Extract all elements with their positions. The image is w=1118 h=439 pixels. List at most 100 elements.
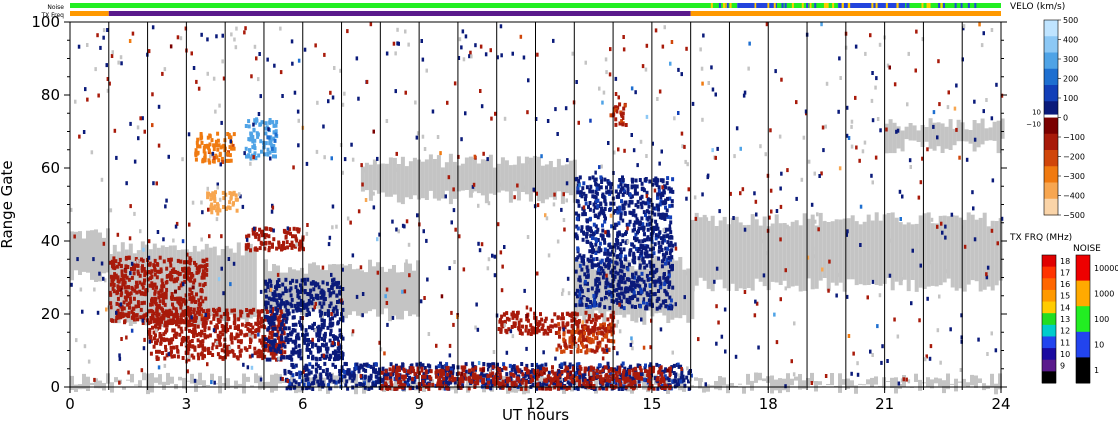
velocity-cell: [277, 284, 281, 288]
velocity-cell: [251, 231, 255, 236]
velocity-cell: [210, 138, 214, 143]
velocity-cell: [606, 361, 610, 366]
velocity-cell: [607, 181, 611, 186]
velocity-cell: [622, 306, 626, 311]
velocity-cell: [259, 139, 263, 144]
velocity-cell: [615, 375, 619, 379]
velocity-cell: [290, 297, 294, 302]
ground-scatter-cell: [964, 129, 969, 142]
sparse-echo: [513, 195, 516, 200]
sparse-echo: [626, 226, 629, 231]
ground-scatter-cell: [488, 154, 493, 194]
velocity-cell: [216, 138, 220, 143]
sparse-echo: [385, 51, 389, 56]
velocity-cell: [633, 188, 637, 193]
velocity-cell: [232, 320, 236, 325]
velocity-cell: [310, 326, 314, 331]
ground-scatter-cell: [134, 384, 138, 386]
velocity-cell: [274, 132, 278, 137]
sparse-echo: [720, 334, 724, 339]
velocity-cell: [306, 354, 310, 359]
sparse-echo: [529, 307, 532, 312]
velocity-cell: [479, 367, 483, 372]
sparse-echo: [477, 241, 480, 246]
sparse-echo: [559, 345, 562, 350]
velocity-cell: [624, 230, 628, 235]
velocity-cell: [323, 311, 327, 316]
velocity-cell: [634, 366, 638, 371]
velocity-cell: [155, 285, 158, 290]
sparse-echo: [450, 220, 453, 225]
velocity-cell: [265, 310, 269, 314]
velocity-cell: [609, 201, 613, 206]
sparse-echo: [907, 379, 911, 384]
sparse-echo: [724, 349, 727, 354]
sparse-echo: [208, 234, 211, 239]
velocity-cell: [481, 379, 485, 384]
velocity-cell: [573, 311, 577, 316]
velocity-cell: [343, 361, 347, 366]
velocity-cell: [599, 175, 603, 180]
ground-scatter-cell: [936, 122, 941, 147]
ground-scatter-cell: [996, 120, 1001, 154]
velocity-cell: [644, 254, 648, 259]
velocity-cell: [331, 278, 334, 283]
velocity-cell: [247, 124, 251, 129]
velocity-cell: [155, 307, 159, 312]
velocity-cell: [175, 345, 179, 350]
velocity-cell: [662, 376, 665, 381]
velocity-cell: [115, 301, 119, 306]
velocity-cell: [622, 247, 626, 252]
velocity-cell: [628, 192, 632, 197]
velocity-cell: [605, 185, 608, 190]
velocity-cell: [134, 263, 138, 268]
velocity-cell: [264, 337, 268, 342]
velocity-cell: [591, 371, 595, 376]
velocity-cell: [642, 279, 646, 284]
velocity-cell: [648, 284, 652, 288]
ground-scatter-cell: [90, 230, 94, 280]
ground-scatter-cell: [202, 380, 206, 387]
velocity-cell: [309, 293, 313, 298]
sparse-echo: [889, 238, 893, 243]
velocity-cell: [577, 338, 581, 343]
sparse-echo: [385, 171, 388, 176]
velocity-cell: [142, 300, 146, 305]
velocity-cell: [264, 121, 268, 126]
velocity-cell: [646, 373, 650, 378]
velocity-cell: [642, 210, 646, 215]
ground-scatter-cell: [380, 163, 385, 193]
ground-scatter-cell: [774, 214, 779, 283]
velocity-cell: [549, 380, 553, 385]
sparse-echo: [850, 124, 853, 129]
velocity-cell: [152, 263, 156, 268]
ground-scatter-cell: [388, 157, 393, 197]
velocity-cell: [648, 179, 652, 184]
sparse-echo: [821, 267, 824, 272]
velocity-cell: [177, 320, 181, 324]
velocity-cell: [281, 282, 285, 287]
velocity-cell: [668, 251, 672, 256]
velocity-cell: [518, 331, 522, 335]
sparse-echo: [759, 144, 762, 149]
velocity-cell: [575, 216, 579, 221]
sparse-echo: [938, 102, 941, 107]
velocity-cell: [576, 226, 580, 231]
velocity-cell: [191, 285, 195, 290]
sparse-echo: [871, 118, 875, 123]
ground-scatter-cell: [802, 380, 806, 389]
velocity-cell: [669, 366, 672, 371]
velocity-cell: [581, 237, 585, 242]
velocity-cell: [211, 192, 215, 197]
velocity-cell: [609, 185, 613, 190]
velocity-cell: [162, 337, 166, 342]
velocity-cell: [604, 344, 608, 349]
velocity-cell: [665, 208, 669, 213]
velocity-cell: [607, 243, 611, 248]
velocity-cell: [218, 342, 222, 347]
ground-scatter-cell: [734, 216, 739, 291]
velocity-cell: [367, 375, 371, 380]
scatter-layer: [70, 22, 1005, 395]
ground-scatter-cell: [388, 268, 392, 322]
sparse-echo: [615, 109, 619, 114]
